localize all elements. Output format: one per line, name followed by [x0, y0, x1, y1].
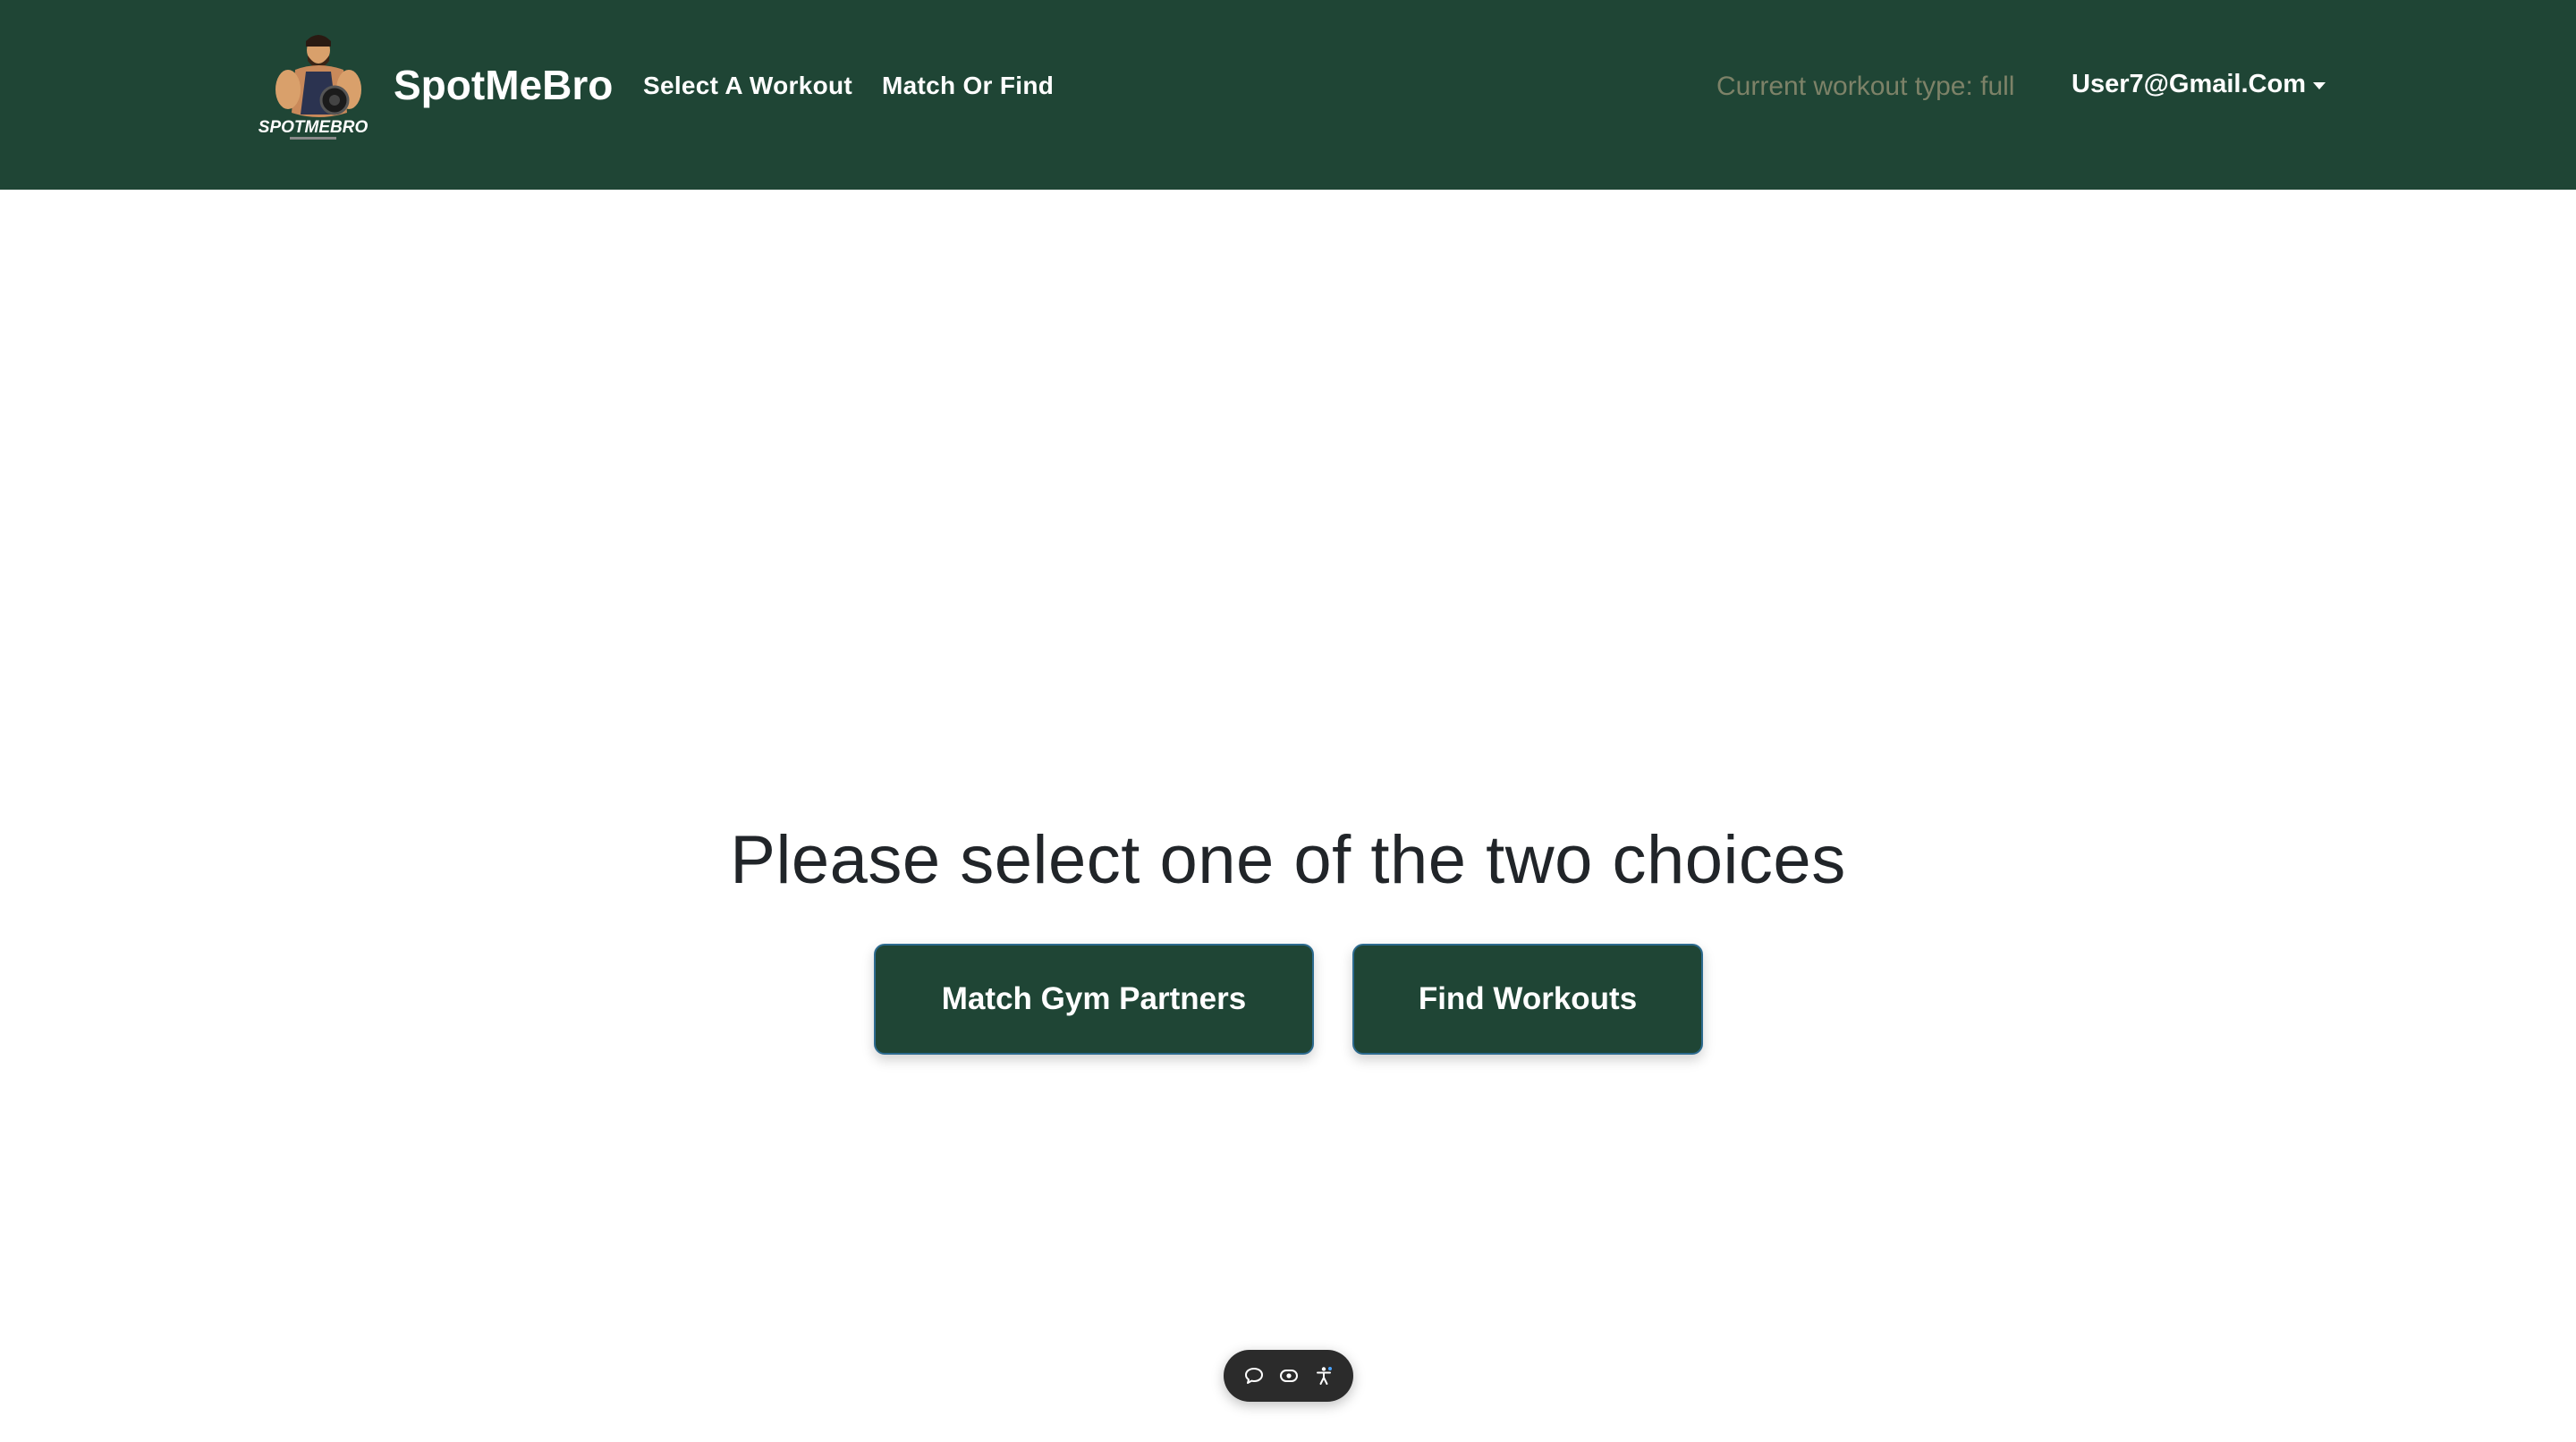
user-email: User7@Gmail.Com — [2072, 70, 2306, 98]
page-heading: Please select one of the two choices — [730, 822, 1846, 898]
accessibility-icon[interactable] — [1311, 1363, 1336, 1388]
eye-icon[interactable] — [1276, 1363, 1301, 1388]
find-workouts-button[interactable]: Find Workouts — [1352, 944, 1703, 1055]
match-gym-partners-button[interactable]: Match Gym Partners — [874, 944, 1314, 1055]
brand-name[interactable]: SpotMeBro — [394, 61, 613, 109]
floating-toolbar — [1224, 1350, 1353, 1402]
current-workout-type: Current workout type: full — [1716, 72, 2015, 101]
user-dropdown[interactable]: User7@Gmail.Com — [2072, 70, 2326, 99]
caret-down-icon — [2312, 81, 2326, 89]
top-navbar: SPOTMEBRO SpotMeBro Select A Workout Mat… — [0, 0, 2576, 190]
chat-bubble-icon[interactable] — [1241, 1363, 1267, 1388]
nav-select-workout[interactable]: Select A Workout — [643, 72, 852, 100]
nav-match-or-find[interactable]: Match Or Find — [882, 72, 1054, 100]
spotmebro-logo[interactable]: SPOTMEBRO — [243, 30, 383, 141]
svg-text:SPOTMEBRO: SPOTMEBRO — [258, 118, 369, 137]
